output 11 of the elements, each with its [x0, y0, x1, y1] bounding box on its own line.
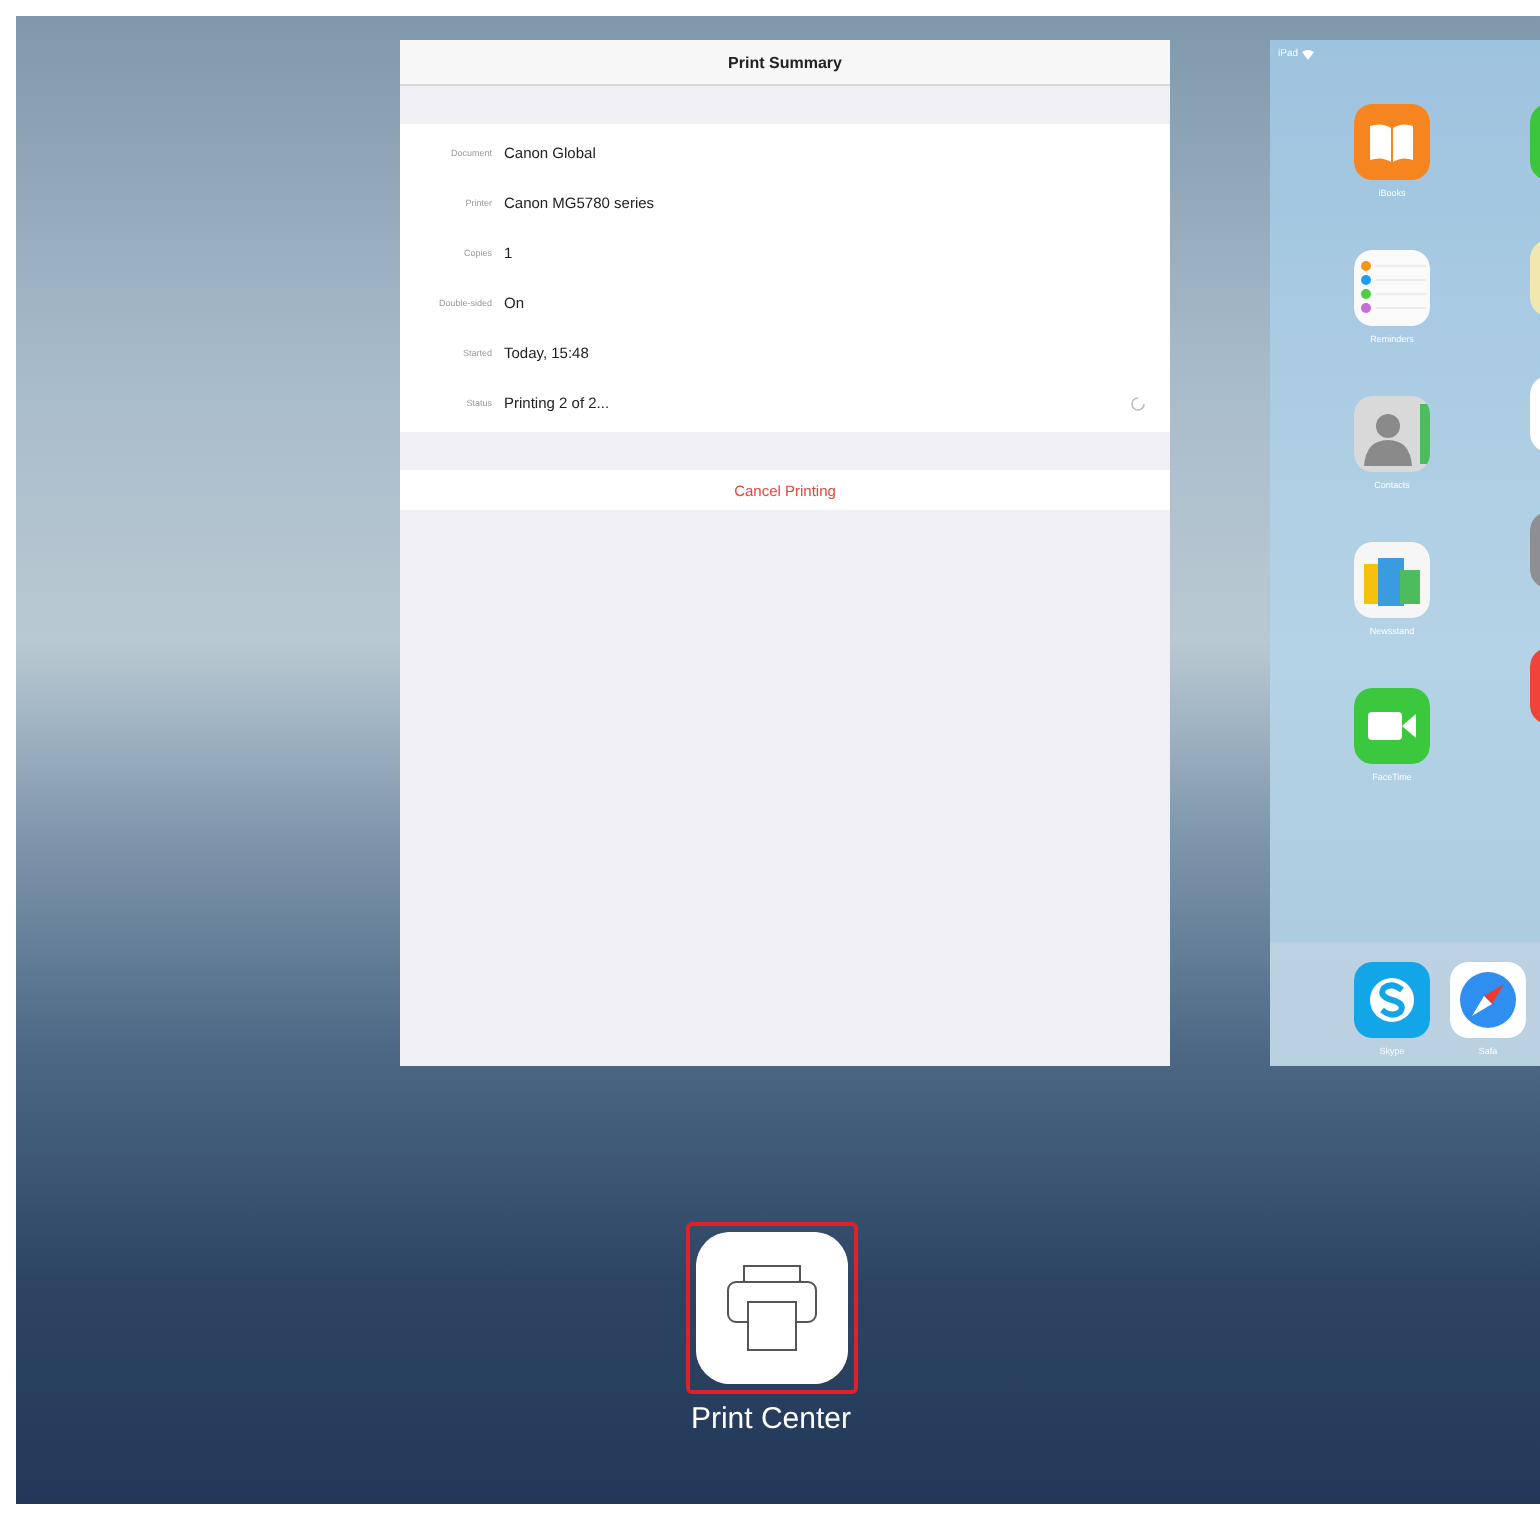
magazines-icon[interactable] — [1354, 542, 1430, 618]
compass-icon[interactable] — [1450, 962, 1526, 1038]
app-name: Print Center — [690, 1402, 852, 1436]
s-logo-icon[interactable] — [1354, 962, 1430, 1038]
nav-title: Print Summary — [728, 53, 842, 71]
list-icon[interactable] — [1354, 250, 1430, 326]
book-icon[interactable] — [1354, 104, 1430, 180]
video-camera-icon[interactable] — [1354, 688, 1430, 764]
spinner-icon — [1130, 395, 1146, 411]
wifi-icon — [1302, 49, 1315, 59]
person-silhouette-icon[interactable] — [1354, 396, 1430, 472]
